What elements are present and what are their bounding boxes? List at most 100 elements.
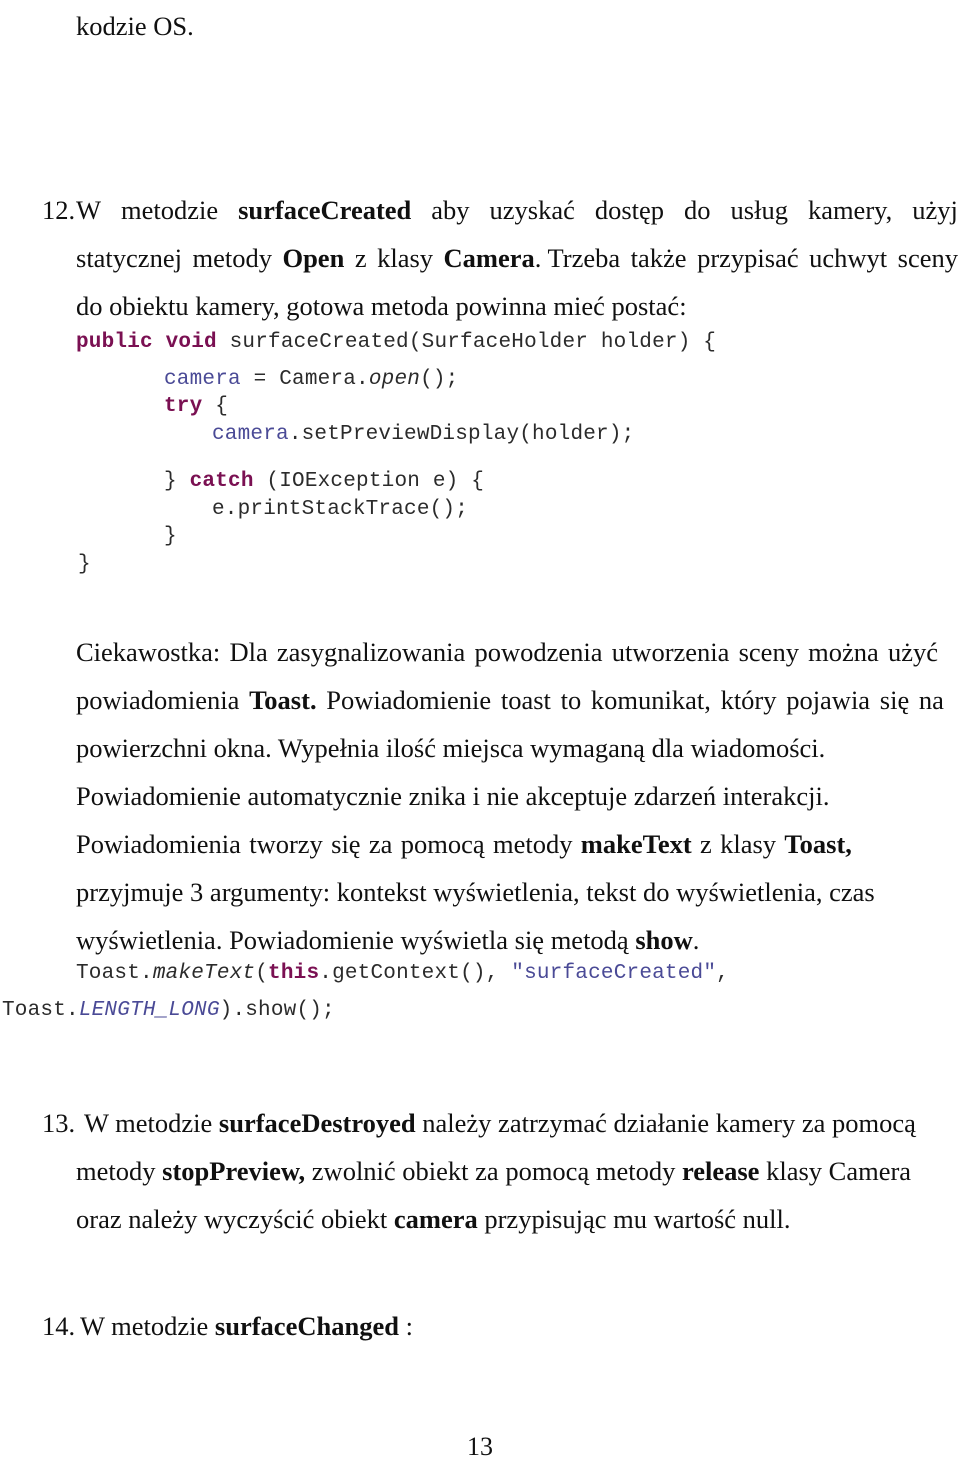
word-bold: camera bbox=[393, 1204, 478, 1234]
word: pomocą bbox=[400, 829, 485, 859]
code-keyword: this bbox=[268, 962, 320, 985]
code-italic: makeText bbox=[152, 962, 256, 985]
word: komunikat, bbox=[590, 685, 711, 715]
toast-paragraph-line-2: powiadomienia Toast. Powiadomienie toast… bbox=[76, 676, 944, 724]
text: zwolnić obiekt za pomocą metody bbox=[305, 1156, 682, 1186]
code-line: } catch (IOException e) { bbox=[164, 468, 484, 497]
code-line: } bbox=[164, 523, 177, 552]
code-text: { bbox=[202, 395, 229, 418]
code-identifier: camera bbox=[212, 423, 289, 446]
word-bold: surfaceCreated bbox=[238, 195, 412, 225]
word: z bbox=[700, 829, 712, 859]
code-text: e.printStackTrace(); bbox=[212, 498, 469, 521]
word: klasy bbox=[377, 243, 434, 273]
code-text: ( bbox=[255, 962, 269, 985]
item-13-line-2: metody stopPreview, zwolnić obiekt za po… bbox=[76, 1147, 911, 1195]
word-bold: stopPreview, bbox=[162, 1156, 306, 1186]
word: utworzenia bbox=[611, 637, 730, 667]
word: Powiadomienia bbox=[76, 829, 241, 859]
code-italic: open bbox=[368, 368, 421, 391]
item-13-line-1: W metodzie surfaceDestroyed należy zatrz… bbox=[84, 1099, 916, 1147]
word: aby bbox=[431, 195, 470, 225]
word: tworzy bbox=[249, 829, 323, 859]
word: użyj bbox=[912, 195, 958, 225]
text: przypisując mu wartość null. bbox=[477, 1204, 791, 1234]
toast-paragraph-line-3: powierzchni okna. Wypełnia ilość miejsca… bbox=[76, 733, 826, 763]
word-bold: Open bbox=[282, 243, 345, 273]
code-text: } bbox=[78, 553, 91, 576]
word: użyć bbox=[887, 637, 938, 667]
word: zasygnalizowania bbox=[276, 637, 466, 667]
word: za bbox=[368, 829, 393, 859]
word: Dla bbox=[229, 637, 268, 667]
list-number-13: 13. bbox=[42, 1108, 76, 1138]
item-13-line-3: oraz należy wyczyścić obiekt camera przy… bbox=[76, 1195, 791, 1243]
word: dostęp bbox=[594, 195, 665, 225]
word: toast bbox=[500, 685, 551, 715]
text: W metodzie bbox=[84, 1108, 219, 1138]
word: z bbox=[354, 243, 367, 273]
toast-paragraph-line-6: przyjmuje 3 argumenty: kontekst wyświetl… bbox=[76, 877, 875, 907]
code-text: ).show(); bbox=[219, 999, 335, 1022]
code-text: , bbox=[716, 962, 729, 985]
item-12-line-2: statycznej metody Open z klasy Camera. T… bbox=[76, 234, 958, 282]
word: można bbox=[808, 637, 879, 667]
text: W metodzie bbox=[80, 1311, 215, 1341]
code-text: } bbox=[164, 525, 177, 548]
toast-paragraph-line-1: Ciekawostka: Dla zasygnalizowania powodz… bbox=[76, 628, 938, 676]
text: oraz należy wyczyścić obiekt bbox=[76, 1204, 394, 1234]
word: Powiadomienie bbox=[326, 685, 492, 715]
code-text: = Camera. bbox=[240, 368, 369, 391]
toast-paragraph-line-4: Powiadomienie automatycznie znika i nie … bbox=[76, 781, 830, 811]
word: statycznej bbox=[76, 243, 182, 273]
code-line: camera = Camera.open(); bbox=[164, 366, 458, 395]
code-line: Toast.LENGTH_LONG).show(); bbox=[2, 997, 335, 1026]
toast-paragraph-line-5: Powiadomienia tworzy się za pomocą metod… bbox=[76, 820, 852, 868]
item-12-line-3: do obiektu kamery, gotowa metoda powinna… bbox=[76, 291, 687, 321]
document-page: kodzie OS. 12. W metodzie surfaceCreated… bbox=[0, 0, 960, 1481]
word: powiadomienia bbox=[76, 685, 240, 715]
word: sceny bbox=[738, 637, 799, 667]
text: : bbox=[398, 1311, 413, 1341]
code-line: e.printStackTrace(); bbox=[212, 496, 468, 525]
list-number-14: 14. bbox=[42, 1311, 76, 1341]
code-text: Toast. bbox=[2, 999, 79, 1022]
code-identifier: camera bbox=[164, 368, 241, 391]
word: uzyskać bbox=[489, 195, 575, 225]
toast-paragraph-line-7: wyświetlenia. Powiadomienie wyświetla si… bbox=[76, 916, 699, 964]
word: klasy bbox=[720, 829, 777, 859]
word: metody bbox=[492, 829, 573, 859]
text: metody bbox=[76, 1156, 163, 1186]
word: Ciekawostka: bbox=[76, 637, 221, 667]
word: się bbox=[879, 685, 910, 715]
code-string: "surfaceCreated" bbox=[511, 962, 717, 985]
code-keyword: catch bbox=[189, 470, 254, 493]
code-text: (); bbox=[420, 368, 459, 391]
item-14-line-1: W metodzie surfaceChanged : bbox=[80, 1302, 413, 1350]
word: metodzie bbox=[121, 195, 219, 225]
word-bold: Toast, bbox=[784, 829, 852, 859]
word-bold: Toast. bbox=[249, 685, 317, 715]
top-continuation-line: kodzie OS. bbox=[76, 11, 194, 41]
word: to bbox=[560, 685, 582, 715]
page-number: 13 bbox=[467, 1432, 493, 1461]
word: . Trzeba bbox=[534, 243, 621, 273]
code-text: .getContext(), bbox=[319, 962, 512, 985]
word: kamery, bbox=[807, 195, 893, 225]
word: który bbox=[720, 685, 777, 715]
word-bold: Camera bbox=[443, 243, 535, 273]
word: pojawia bbox=[786, 685, 871, 715]
code-text: } bbox=[164, 470, 190, 493]
code-text: (IOException e) { bbox=[253, 470, 485, 493]
code-line: public void surfaceCreated(SurfaceHolder… bbox=[76, 329, 716, 358]
word: także bbox=[630, 243, 687, 273]
text: klasy Camera bbox=[759, 1156, 912, 1186]
word-group: Camera. Trzeba bbox=[444, 234, 621, 282]
word: do bbox=[684, 195, 711, 225]
code-text: surfaceCreated(SurfaceHolder holder) { bbox=[229, 331, 717, 354]
word-bold: surfaceChanged bbox=[214, 1311, 399, 1341]
word: powodzenia bbox=[474, 637, 603, 667]
list-number-12: 12. bbox=[42, 195, 76, 225]
code-line: try { bbox=[164, 393, 228, 422]
word: usług bbox=[730, 195, 788, 225]
